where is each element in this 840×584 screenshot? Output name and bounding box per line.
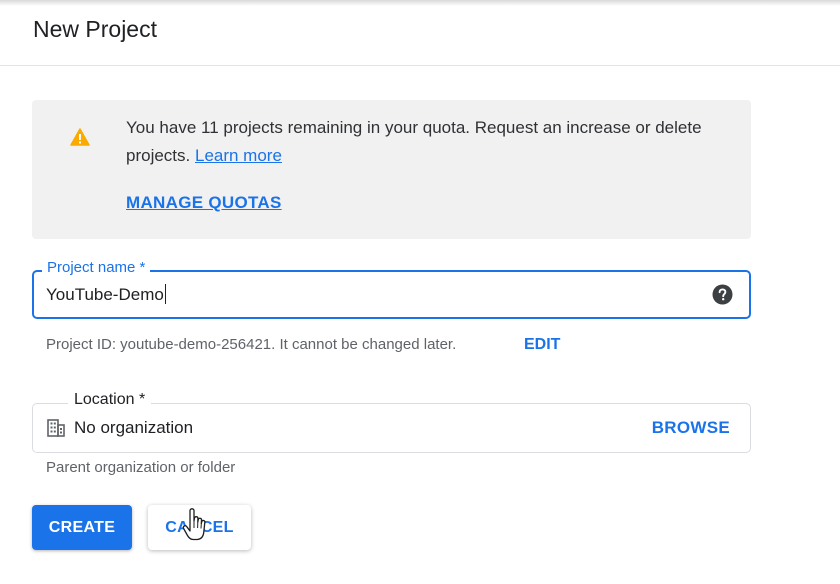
text-caret bbox=[164, 284, 166, 304]
location-label: Location * bbox=[68, 391, 152, 409]
project-name-label: Project name * bbox=[42, 259, 151, 276]
building-icon bbox=[47, 419, 65, 437]
quota-message-block: You have 11 projects remaining in your q… bbox=[126, 114, 716, 170]
help-icon[interactable] bbox=[712, 284, 733, 305]
create-button[interactable]: CREATE bbox=[32, 505, 132, 550]
location-value: No organization bbox=[74, 418, 194, 437]
quota-notice: You have 11 projects remaining in your q… bbox=[32, 100, 751, 239]
page-title: New Project bbox=[33, 16, 157, 42]
edit-project-id-link[interactable]: EDIT bbox=[524, 336, 560, 354]
location-field[interactable]: Location * No organization BROWSE bbox=[32, 391, 751, 453]
dialog-header: New Project bbox=[0, 0, 840, 66]
manage-quotas-link[interactable]: MANAGE QUOTAS bbox=[126, 193, 282, 213]
warning-icon bbox=[70, 128, 90, 146]
location-hint: Parent organization or folder bbox=[46, 459, 236, 476]
cancel-button[interactable]: CANCEL bbox=[148, 505, 251, 550]
project-name-field[interactable]: Project name * YouTube-Demo bbox=[32, 259, 751, 319]
project-name-value: YouTube-Demo bbox=[46, 285, 164, 304]
learn-more-link[interactable]: Learn more bbox=[195, 146, 282, 165]
project-name-input[interactable]: YouTube-Demo bbox=[46, 284, 166, 305]
browse-button[interactable]: BROWSE bbox=[652, 418, 730, 438]
project-id-text: Project ID: youtube-demo-256421. It cann… bbox=[46, 336, 457, 353]
